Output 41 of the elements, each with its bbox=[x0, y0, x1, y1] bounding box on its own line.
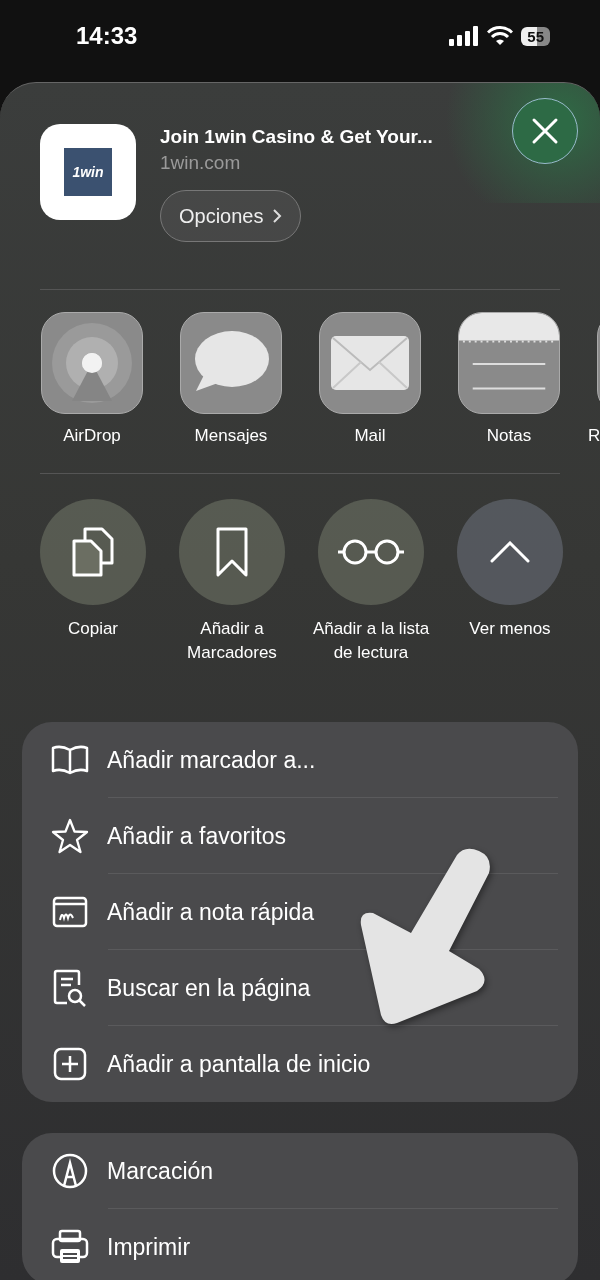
share-app-button[interactable] bbox=[180, 312, 282, 414]
app-label: Mensajes bbox=[194, 426, 268, 446]
menu-item[interactable]: Buscar en la página bbox=[22, 950, 578, 1026]
add-square-icon bbox=[51, 1047, 89, 1081]
menu-item[interactable]: Imprimir bbox=[22, 1209, 578, 1280]
app-label: Notas bbox=[486, 426, 532, 446]
airdrop-icon bbox=[50, 321, 134, 405]
markup-pen-icon bbox=[51, 1153, 89, 1189]
page-title: Join 1win Casino & Get Your... bbox=[160, 126, 433, 148]
app-label: Mail bbox=[354, 426, 386, 446]
printer-icon bbox=[51, 1229, 89, 1265]
quick-note-icon bbox=[51, 896, 89, 928]
share-app-button[interactable] bbox=[41, 312, 143, 414]
action-label: Añadir a la lista de lectura bbox=[311, 618, 431, 664]
action-label: Ver menos bbox=[468, 618, 552, 640]
chevron-right-icon bbox=[271, 208, 282, 224]
status-time: 14:33 bbox=[76, 22, 138, 50]
menu-item[interactable]: Marcación bbox=[22, 1133, 578, 1209]
menu-item[interactable]: Añadir marcador a... bbox=[22, 722, 578, 798]
page-domain: 1win.com bbox=[160, 152, 241, 174]
share-app-button[interactable] bbox=[458, 312, 560, 414]
menu-item[interactable]: Añadir a favoritos bbox=[22, 798, 578, 874]
app-label: R bbox=[588, 426, 600, 446]
chevron-up-icon bbox=[490, 541, 530, 563]
star-icon bbox=[51, 818, 89, 854]
glasses-icon bbox=[337, 538, 405, 566]
action-label: Copiar bbox=[66, 618, 120, 640]
close-icon bbox=[531, 117, 559, 145]
wifi-icon bbox=[487, 26, 514, 46]
app-label: AirDrop bbox=[63, 426, 121, 446]
book-icon bbox=[51, 745, 89, 775]
signal-icon bbox=[449, 26, 480, 46]
bookmark-icon bbox=[216, 527, 248, 577]
menu-item[interactable]: Añadir a pantalla de inicio bbox=[22, 1026, 578, 1102]
copy-icon bbox=[72, 527, 114, 577]
action-label: Añadir a Marcadores bbox=[186, 618, 278, 664]
options-button[interactable]: Opciones bbox=[160, 190, 301, 242]
share-app-button[interactable] bbox=[319, 312, 421, 414]
battery-level: 55 bbox=[521, 26, 550, 46]
envelope-icon bbox=[331, 336, 409, 390]
site-logo: 1win bbox=[64, 148, 112, 196]
